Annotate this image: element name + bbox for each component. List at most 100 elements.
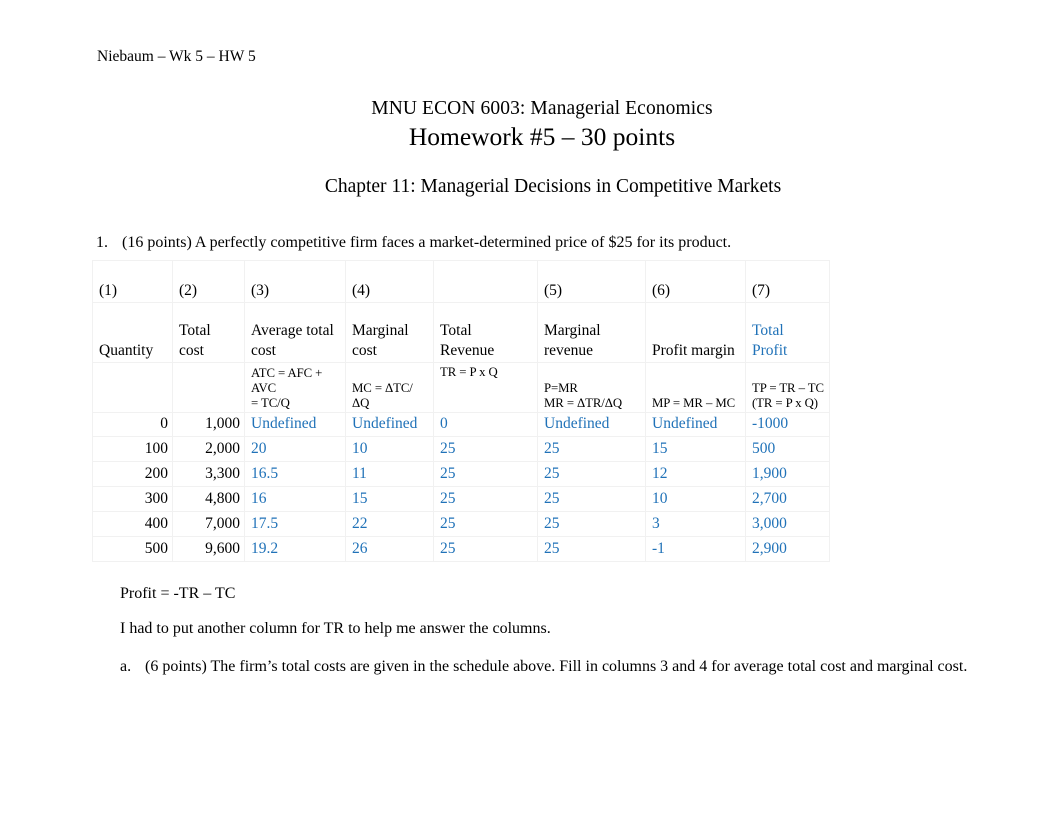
col-label-total-profit-line1: Total <box>752 322 784 339</box>
homework-title: Homework #5 – 30 points <box>408 122 676 151</box>
formula-mr: P=MR MR = ΔTR/ΔQ <box>537 362 646 413</box>
cell-mr: 25 <box>537 511 646 537</box>
col-label-total-cost: Total cost <box>172 302 245 363</box>
question-1a-text: (6 points) The firm’s total costs are gi… <box>145 658 968 675</box>
cell-mc: Undefined <box>345 412 434 437</box>
cell-atc: 20 <box>244 436 346 462</box>
col-label-tr-line2: Revenue <box>440 342 495 359</box>
formula-mc: MC = ΔTC/ΔQ <box>345 362 434 413</box>
col-label-total-profit-line2: Profit <box>752 342 788 359</box>
cell-total-cost: 1,000 <box>172 412 245 437</box>
formula-tp-line1: TP = TR – TC <box>752 381 824 395</box>
col-label-total-profit: Total Profit <box>745 302 830 363</box>
cell-mc: 22 <box>345 511 434 537</box>
cell-total-profit: 1,900 <box>745 461 830 487</box>
formula-tp-line2: (TR = P x Q) <box>752 396 818 410</box>
formula-quantity <box>92 362 173 413</box>
formula-mr-line1: P=MR <box>544 381 578 395</box>
col-label-quantity-text: Quantity <box>99 342 154 359</box>
cell-total-cost: 9,600 <box>172 536 245 562</box>
cell-tr: 25 <box>433 461 538 487</box>
formula-total-cost <box>172 362 245 413</box>
question-1-marker: 1. <box>96 234 108 251</box>
formula-atc-line1: ATC = AFC + AVC <box>251 366 323 395</box>
formula-tp: TP = TR – TC (TR = P x Q) <box>745 362 830 413</box>
cost-revenue-table: (1) (2) (3) (4) (5) (6) (7) Quantity Tot… <box>92 260 830 562</box>
cell-quantity: 200 <box>92 461 173 487</box>
cell-profit-margin: Undefined <box>645 412 746 437</box>
cell-quantity: 400 <box>92 511 173 537</box>
cell-quantity: 100 <box>92 436 173 462</box>
cell-mr: 25 <box>537 436 646 462</box>
col-label-total-cost-line2: cost <box>179 342 204 359</box>
table-row-column-numbers: (1) (2) (3) (4) (5) (6) (7) <box>92 260 830 303</box>
table-row: 100 2,000 20 10 25 25 15 500 <box>92 436 830 462</box>
cell-mr: 25 <box>537 536 646 562</box>
question-1-text: (16 points) A perfectly competitive firm… <box>122 234 732 251</box>
chapter-heading: Chapter 11: Managerial Decisions in Comp… <box>324 176 782 197</box>
col-number-6: (6) <box>645 260 746 303</box>
cell-tr: 25 <box>433 436 538 462</box>
col-number-5: (5) <box>537 260 646 303</box>
cell-mr: 25 <box>537 486 646 512</box>
cell-total-profit: -1000 <box>745 412 830 437</box>
cell-tr: 0 <box>433 412 538 437</box>
document-page: Niebaum – Wk 5 – HW 5 MNU ECON 6003: Man… <box>0 0 1062 822</box>
col-number-4: (4) <box>345 260 434 303</box>
cell-total-cost: 2,000 <box>172 436 245 462</box>
question-1: 1. (16 points) A perfectly competitive f… <box>96 232 996 253</box>
cell-quantity: 0 <box>92 412 173 437</box>
cell-profit-margin: 3 <box>645 511 746 537</box>
profit-formula-note: Profit = -TR – TC <box>120 585 236 602</box>
table-row: 400 7,000 17.5 22 25 25 3 3,000 <box>92 511 830 537</box>
cell-profit-margin: 10 <box>645 486 746 512</box>
cell-quantity: 500 <box>92 536 173 562</box>
col-label-atc: Average total cost <box>244 302 346 363</box>
col-label-mr-line1: Marginal <box>544 322 601 339</box>
formula-mr-line2: MR = ΔTR/ΔQ <box>544 396 623 410</box>
col-number-2: (2) <box>172 260 245 303</box>
formula-tr-text: TR = P x Q <box>440 365 498 379</box>
table-row: 0 1,000 Undefined Undefined 0 Undefined … <box>92 412 830 437</box>
cell-tr: 25 <box>433 511 538 537</box>
cell-profit-margin: -1 <box>645 536 746 562</box>
cell-mc: 10 <box>345 436 434 462</box>
col-label-mr: Marginal revenue <box>537 302 646 363</box>
col-label-quantity: Quantity <box>92 302 173 363</box>
question-1a-marker: a. <box>120 658 132 675</box>
cell-total-cost: 4,800 <box>172 486 245 512</box>
formula-tr: TR = P x Q <box>433 362 538 413</box>
col-label-tr-line1: Total <box>440 322 472 339</box>
cell-total-profit: 2,900 <box>745 536 830 562</box>
col-label-profit-margin-text: Profit margin <box>652 342 735 359</box>
cell-quantity: 300 <box>92 486 173 512</box>
cell-atc: 19.2 <box>244 536 346 562</box>
cell-atc: 16.5 <box>244 461 346 487</box>
col-label-mr-line2: revenue <box>544 342 594 359</box>
formula-atc: ATC = AFC + AVC = TC/Q <box>244 362 346 413</box>
col-number-1: (1) <box>92 260 173 303</box>
cell-profit-margin: 15 <box>645 436 746 462</box>
question-1a: a. (6 points) The firm’s total costs are… <box>120 654 980 679</box>
col-label-profit-margin: Profit margin <box>645 302 746 363</box>
cell-total-profit: 500 <box>745 436 830 462</box>
cell-mc: 26 <box>345 536 434 562</box>
formula-mp-text: MP = MR – MC <box>652 396 736 410</box>
cell-profit-margin: 12 <box>645 461 746 487</box>
title-block: MNU ECON 6003: Managerial Economics Home… <box>0 96 1062 153</box>
table-row: 300 4,800 16 15 25 25 10 2,700 <box>92 486 830 512</box>
cell-mc: 11 <box>345 461 434 487</box>
col-label-mc-line2: cost <box>352 342 377 359</box>
cell-atc: 16 <box>244 486 346 512</box>
cell-total-profit: 3,000 <box>745 511 830 537</box>
cell-total-cost: 7,000 <box>172 511 245 537</box>
table-row-column-labels: Quantity Total cost Average total cost M… <box>92 302 830 363</box>
col-label-atc-line1: Average total <box>251 322 334 339</box>
col-label-tr: Total Revenue <box>433 302 538 363</box>
col-label-atc-line2: cost <box>251 342 276 359</box>
cell-mr: 25 <box>537 461 646 487</box>
cell-mr: Undefined <box>537 412 646 437</box>
col-label-mc-line1: Marginal <box>352 322 409 339</box>
student-comment-note: I had to put another column for TR to he… <box>120 620 551 637</box>
col-number-3: (3) <box>244 260 346 303</box>
